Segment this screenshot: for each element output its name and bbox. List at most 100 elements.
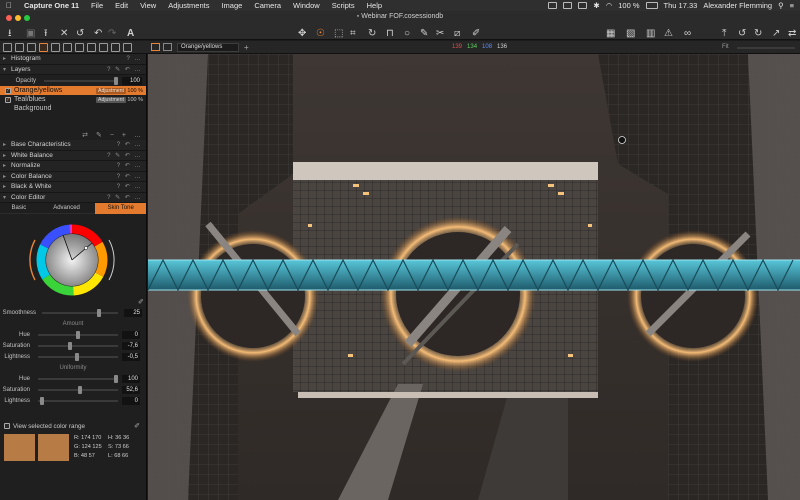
uniformity-saturation-slider[interactable] (38, 385, 118, 394)
smoothness-slider[interactable] (42, 309, 118, 317)
reset-icon[interactable]: ↺ (738, 29, 746, 41)
list-icon[interactable]: ≡ (790, 1, 794, 10)
expand-icon[interactable]: ↗ (772, 29, 780, 41)
grid-view-icon[interactable]: ▦ (606, 29, 615, 41)
status-box-icon[interactable] (578, 2, 588, 9)
grid-icon[interactable]: ▥ (646, 29, 655, 41)
tab-batch-icon[interactable] (123, 42, 132, 52)
amount-lightness-slider[interactable] (38, 352, 118, 361)
rotate-icon[interactable]: ↻ (754, 29, 762, 41)
smoothness-value[interactable]: 25 (124, 309, 142, 317)
import-icon[interactable]: ⭳ (8, 29, 12, 41)
view-selected-checkbox[interactable] (4, 423, 10, 429)
section-white-balance[interactable]: ▸ White Balance ? ✎ ↶ … (0, 150, 146, 161)
tab-library-icon[interactable] (3, 42, 12, 52)
undo-icon[interactable]: ↶ (94, 29, 102, 41)
brush-icon[interactable]: ✎ (96, 131, 102, 139)
brush-icon[interactable]: ✎ (420, 29, 428, 41)
add-layer-icon[interactable]: + (122, 132, 126, 139)
camera-icon[interactable]: ▣ (26, 29, 35, 41)
select-icon[interactable]: ⬚ (334, 29, 343, 41)
battery-percent[interactable]: 100 % (618, 1, 639, 10)
export-icon[interactable]: ⭱ (44, 29, 48, 41)
keystone-icon[interactable]: ⊓ (386, 29, 394, 41)
status-box-icon[interactable] (548, 2, 558, 9)
uniformity-lightness-slider[interactable] (38, 396, 118, 405)
tab-lens-icon[interactable] (27, 42, 36, 52)
section-controls[interactable]: ? ✎ ↶ … (107, 152, 146, 159)
close-x-icon[interactable]: ✕ (60, 29, 68, 41)
section-controls[interactable]: ? … (126, 56, 146, 62)
exposure-warning-icon[interactable]: ⚠ (664, 29, 673, 41)
section-controls[interactable]: ? ↶ … (117, 141, 146, 148)
section-layers[interactable]: ▾ Layers ? ✎ ↶ … (0, 64, 146, 75)
section-normalize[interactable]: ▸ Normalize ? ↶ … (0, 161, 146, 172)
color-wheel[interactable]: ✐ (0, 214, 147, 306)
glasses-icon[interactable]: ∞ (684, 29, 691, 41)
loupe-icon[interactable]: ☉ (316, 29, 325, 41)
search-icon[interactable]: ⚲ (778, 1, 784, 10)
tab-details-icon[interactable] (63, 42, 72, 52)
apple-icon[interactable]:  (0, 1, 18, 10)
tab-exposure-icon[interactable] (51, 42, 60, 52)
amount-saturation-slider[interactable] (38, 341, 118, 350)
straighten-icon[interactable]: ↻ (368, 29, 376, 41)
layer-checkbox[interactable]: ✓ (5, 96, 11, 103)
opacity-value[interactable]: 100 (122, 76, 142, 85)
gradient-icon[interactable]: ⧄ (454, 29, 460, 41)
menu-adjustments[interactable]: Adjustments (162, 1, 215, 10)
amount-saturation-value[interactable]: -7,6 (122, 341, 140, 350)
section-controls[interactable]: ? ✎ ↶ … (107, 66, 146, 73)
tab-skin-tone[interactable]: Skin Tone (95, 202, 146, 214)
picker-icon[interactable]: ✐ (134, 422, 146, 430)
menu-image[interactable]: Image (215, 1, 248, 10)
menu-window[interactable]: Window (287, 1, 326, 10)
amount-hue-slider[interactable] (38, 330, 118, 339)
menu-view[interactable]: View (134, 1, 162, 10)
menu-camera[interactable]: Camera (248, 1, 287, 10)
user-name[interactable]: Alexander Flemming (703, 1, 772, 10)
tab-metadata-icon[interactable] (99, 42, 108, 52)
tab-local-adjustments-icon[interactable] (75, 42, 84, 52)
text-a-icon[interactable]: A (127, 29, 134, 41)
tab-adjustments-icon[interactable] (87, 42, 96, 52)
menu-edit[interactable]: Edit (109, 1, 134, 10)
tab-capture-icon[interactable] (15, 42, 24, 52)
flip-icon[interactable]: ⇄ (788, 29, 796, 41)
overlay-icon[interactable]: ▧ (626, 29, 635, 41)
picker-icon[interactable]: ✐ (472, 29, 480, 41)
uniformity-lightness-value[interactable]: 0 (122, 396, 140, 405)
tab-color-icon[interactable] (39, 42, 48, 52)
eraser-icon[interactable]: ✂ (436, 29, 444, 41)
amount-hue-value[interactable]: 0 (122, 330, 140, 339)
trash-icon[interactable]: − (110, 132, 114, 139)
copy-icon[interactable]: ⤒ (722, 29, 726, 41)
layer-row[interactable]: Background (0, 104, 146, 113)
section-controls[interactable]: ? ↶ … (117, 183, 146, 190)
crop-icon[interactable]: ⌗ (350, 29, 356, 41)
layer-row[interactable]: ✓ Orange/yellows Adjustment 100 % (0, 86, 146, 95)
add-icon[interactable]: + (244, 43, 249, 52)
section-color-balance[interactable]: ▸ Color Balance ? ↶ … (0, 171, 146, 182)
uniformity-hue-slider[interactable] (38, 374, 118, 383)
layer-mask-icon[interactable] (151, 43, 160, 51)
section-controls[interactable]: ? ↶ … (117, 173, 146, 180)
section-controls[interactable]: ? ↶ … (117, 162, 146, 169)
spot-icon[interactable]: ○ (404, 29, 410, 41)
zoom-slider[interactable] (737, 47, 795, 49)
tab-advanced[interactable]: Advanced (38, 205, 96, 211)
layer-checkbox[interactable]: ✓ (5, 87, 11, 94)
section-black-white[interactable]: ▸ Black & White ? ↶ … (0, 182, 146, 193)
section-controls[interactable]: ? ✎ ↶ … (107, 194, 146, 201)
amount-lightness-value[interactable]: -0,5 (122, 352, 140, 361)
menu-file[interactable]: File (85, 1, 109, 10)
menu-app-name[interactable]: Capture One 11 (18, 1, 85, 10)
link-icon[interactable]: ⇄ (82, 131, 88, 139)
layer-row[interactable]: ✓ Teal/blues Adjustment 100 % (0, 95, 146, 104)
layer-icon[interactable] (163, 43, 172, 51)
section-histogram[interactable]: ▸ Histogram ? … (0, 54, 146, 65)
minimize-window-button[interactable] (15, 15, 21, 21)
uniformity-saturation-value[interactable]: 52,6 (122, 385, 140, 394)
close-window-button[interactable] (6, 15, 12, 21)
wifi-icon[interactable]: ◠ (606, 1, 613, 10)
